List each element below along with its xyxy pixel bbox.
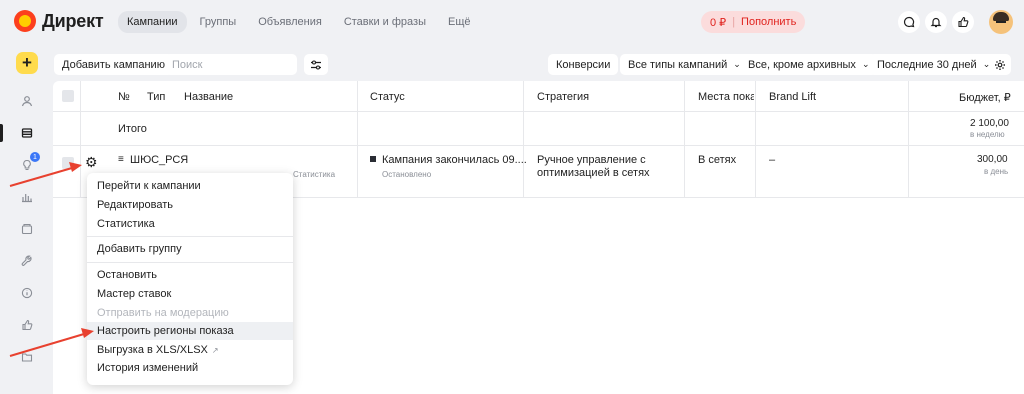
menu-item-export-xls-label: Выгрузка в XLS/XLSX xyxy=(97,344,208,356)
column-divider xyxy=(80,81,81,198)
logo-text: Директ xyxy=(42,10,104,31)
menu-divider xyxy=(87,262,293,263)
period-label: Последние 30 дней xyxy=(877,58,977,71)
box-icon[interactable] xyxy=(18,220,36,238)
search-input[interactable] xyxy=(165,54,297,75)
menu-item-configure-regions[interactable]: Настроить регионы показа xyxy=(87,322,293,340)
campaigns-icon[interactable] xyxy=(18,124,36,142)
campaign-types-label: Все типы кампаний xyxy=(628,58,728,71)
menu-item-send-to-moderation: Отправить на модерацию xyxy=(97,307,229,319)
menu-item-edit[interactable]: Редактировать xyxy=(87,196,293,214)
filter-settings-button[interactable] xyxy=(304,54,328,75)
main-nav: Кампании Группы Объявления Ставки и фраз… xyxy=(118,11,480,33)
yandex-logo-icon xyxy=(14,10,36,32)
archive-filter-label: Все, кроме архивных xyxy=(748,58,856,71)
campaign-status: Кампания закончилась 09.... xyxy=(370,154,527,166)
header-num[interactable]: № xyxy=(118,91,130,103)
campaign-brand-lift: – xyxy=(769,154,776,166)
row-actions-gear-icon[interactable]: ⚙ xyxy=(85,154,98,171)
campaign-status-text: Кампания закончилась 09.... xyxy=(382,154,527,166)
menu-item-statistics[interactable]: Статистика xyxy=(87,215,293,233)
menu-item-bid-wizard[interactable]: Мастер ставок xyxy=(87,285,293,303)
campaign-types-select[interactable]: Все типы кампаний ⌄ xyxy=(620,54,749,75)
row-divider xyxy=(53,145,1024,146)
campaign-places: В сетях xyxy=(698,154,737,166)
header-name[interactable]: Название xyxy=(184,91,233,103)
header-type[interactable]: Тип xyxy=(147,91,165,103)
column-divider xyxy=(755,81,756,198)
campaign-status-sub: Остановлено xyxy=(382,170,432,179)
menu-item-export-xls[interactable]: Выгрузка в XLS/XLSX ↗ xyxy=(87,341,293,359)
nav-bids[interactable]: Ставки и фразы xyxy=(335,11,435,33)
thumbs-up-icon[interactable] xyxy=(952,11,974,33)
gear-icon xyxy=(995,59,1005,70)
balance-amount: 0 ₽ xyxy=(710,16,727,29)
chat-icon[interactable] xyxy=(898,11,920,33)
logo[interactable]: Директ xyxy=(14,10,104,32)
external-link-icon: ↗ xyxy=(211,345,219,355)
select-all-checkbox[interactable] xyxy=(62,90,74,102)
lightbulb-icon[interactable]: 1 xyxy=(18,152,40,174)
add-campaign-button[interactable]: Добавить кампанию xyxy=(54,54,173,75)
menu-item-history[interactable]: История изменений xyxy=(87,359,293,377)
person-icon[interactable] xyxy=(18,92,36,110)
column-divider xyxy=(523,81,524,198)
bell-icon[interactable] xyxy=(925,11,947,33)
campaign-type-icon: ≡ xyxy=(118,154,124,165)
add-button[interactable]: + xyxy=(16,52,38,74)
like-icon[interactable] xyxy=(18,316,36,334)
nav-campaigns[interactable]: Кампании xyxy=(118,11,187,33)
header-places[interactable]: Места показа xyxy=(698,91,754,103)
folder-icon[interactable] xyxy=(18,348,36,366)
left-sidebar: + 1 xyxy=(0,44,52,394)
total-label: Итого xyxy=(118,123,147,135)
header-status[interactable]: Статус xyxy=(370,91,405,103)
sidebar-active-indicator xyxy=(0,124,3,142)
conversions-button[interactable]: Конверсии xyxy=(548,54,619,75)
column-divider xyxy=(357,81,358,198)
top-header: Директ Кампании Группы Объявления Ставки… xyxy=(0,0,1024,44)
menu-item-add-group[interactable]: Добавить группу xyxy=(87,240,293,258)
campaign-actions-menu: Перейти к кампании Редактировать Статист… xyxy=(87,173,293,385)
nav-groups[interactable]: Группы xyxy=(191,11,246,33)
balance-separator: | xyxy=(732,16,736,28)
campaign-stats-link[interactable]: Статистика xyxy=(293,170,335,179)
campaign-budget-period: в день xyxy=(984,167,1009,176)
wrench-icon[interactable] xyxy=(18,252,36,270)
total-budget-period: в неделю xyxy=(970,130,1005,139)
user-avatar[interactable] xyxy=(989,10,1013,34)
topup-label: Пополнить xyxy=(741,16,797,28)
archive-filter-select[interactable]: Все, кроме архивных ⌄ xyxy=(740,54,878,75)
menu-divider xyxy=(87,236,293,237)
total-budget: 2 100,00 xyxy=(970,118,1009,129)
campaign-name-link[interactable]: ШЮС_РСЯ xyxy=(130,154,188,166)
header-brand-lift[interactable]: Brand Lift xyxy=(769,91,816,103)
column-divider xyxy=(684,81,685,198)
nav-more[interactable]: Ещё xyxy=(439,11,480,33)
notification-badge: 1 xyxy=(30,152,40,162)
menu-item-stop[interactable]: Остановить xyxy=(87,266,293,284)
header-strategy[interactable]: Стратегия xyxy=(537,91,589,103)
status-stopped-icon xyxy=(370,156,376,162)
row-divider xyxy=(53,111,1024,112)
column-divider xyxy=(908,81,909,198)
balance-topup-button[interactable]: 0 ₽ | Пополнить xyxy=(701,11,806,33)
table-settings-button[interactable] xyxy=(989,54,1011,75)
info-icon[interactable] xyxy=(18,284,36,302)
nav-ads[interactable]: Объявления xyxy=(249,11,331,33)
stats-icon[interactable] xyxy=(18,188,36,206)
campaign-strategy-line1: Ручное управление с xyxy=(537,154,646,166)
sliders-icon xyxy=(311,59,321,70)
campaign-strategy-line2: оптимизацией в сетях xyxy=(537,167,650,179)
period-select[interactable]: Последние 30 дней ⌄ xyxy=(869,54,999,75)
menu-item-go-to-campaign[interactable]: Перейти к кампании xyxy=(87,177,293,195)
header-budget[interactable]: Бюджет, ₽ xyxy=(959,91,1011,104)
campaign-budget: 300,00 xyxy=(977,154,1008,165)
row-checkbox[interactable] xyxy=(62,157,74,169)
